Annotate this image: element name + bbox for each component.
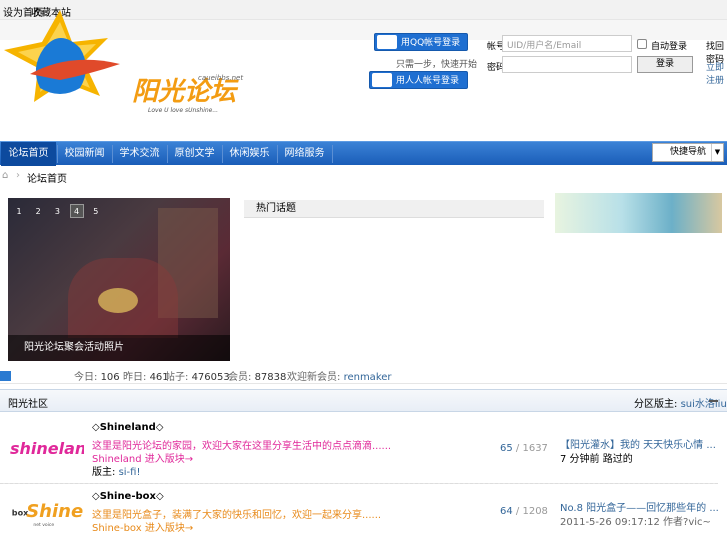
logo-slogan: Love U love sUnshine... (148, 107, 218, 114)
forum-row: shineland ◇Shineland◇ 这里是阳光论坛的家园，欢迎大家在这里… (0, 420, 727, 478)
quick-start-text: 只需一步，快速开始 (396, 60, 478, 70)
slider-dot[interactable]: 2 (31, 205, 45, 219)
section-moderator: 分区版主: sui水洛liu (634, 399, 727, 410)
auto-login-label: 自动登录 (651, 42, 688, 52)
last-post-meta: 7 分钟前 路过的 (560, 454, 633, 465)
banner-image[interactable] (555, 193, 722, 233)
forum-logo-shineland[interactable]: shineland (8, 430, 84, 466)
nav-item-home[interactable]: 论坛首页 (1, 142, 56, 166)
nav-item-services[interactable]: 网络服务 (277, 142, 332, 166)
collapse-icon[interactable] (709, 400, 718, 402)
slide-photo-part (98, 288, 138, 313)
logo-domain: caueibbs.net (198, 74, 243, 82)
enter-forum-link[interactable]: 进入版块→ (145, 454, 193, 465)
quick-nav-select[interactable]: 快捷导航 ▼ (652, 143, 724, 162)
forum-counts: 64 / 1208 (500, 506, 548, 517)
slider-dots: 1 2 3 4 5 (12, 204, 105, 219)
stats-icon (0, 371, 11, 381)
svg-text:shineland: shineland (10, 439, 84, 458)
page: 设为首页 收藏本站 阳光论坛 caueibbs.net Love U love … (0, 0, 727, 545)
svg-text:net voice: net voice (33, 522, 54, 528)
nav-item-leisure[interactable]: 休闲娱乐 (222, 142, 277, 166)
nav-item-news[interactable]: 校园新闻 (57, 142, 112, 166)
stat-newest: 欢迎新会员: renmaker (287, 372, 392, 383)
renren-login-button[interactable]: 用人人帐号登录 (369, 71, 468, 89)
enter-forum-link[interactable]: 进入版块→ (145, 523, 193, 534)
quick-nav-label: 快捷导航 (669, 147, 706, 157)
photo-slider[interactable]: 1 2 3 4 5 阳光论坛聚会活动照片 (8, 198, 230, 361)
auto-login-checkbox[interactable] (637, 39, 647, 49)
breadcrumb-separator: › (16, 170, 20, 181)
nav-item-academic[interactable]: 学术交流 (112, 142, 167, 166)
password-input[interactable] (502, 56, 632, 73)
forum-moderators: 版主: si-fi! (92, 467, 141, 478)
qq-login-button[interactable]: 用QQ帐号登录 (374, 33, 468, 51)
renren-icon (372, 73, 392, 87)
forum-row: box Shine net voice ◇Shine-box◇ 这里是阳光盒子，… (0, 488, 727, 543)
renren-login-label: 用人人帐号登录 (396, 76, 460, 86)
main-nav: 论坛首页 校园新闻 学术交流 原创文学 休闲娱乐 网络服务 (0, 141, 727, 166)
register-link[interactable]: 立即注册 (706, 60, 727, 86)
qq-login-label: 用QQ帐号登录 (401, 38, 461, 48)
last-post-meta: 2011-5-26 09:17:12 作者?vic~ (560, 517, 711, 528)
moderator-link[interactable]: si-fi! (119, 467, 141, 478)
chevron-down-icon: ▼ (711, 144, 723, 161)
site-logo[interactable]: 阳光论坛 caueibbs.net Love U love sUnshine..… (0, 8, 270, 132)
nav-item-literature[interactable]: 原创文学 (167, 142, 222, 166)
section-header: 阳光社区 分区版主: sui水洛liu (0, 389, 727, 412)
forum-counts: 65 / 1637 (500, 443, 548, 454)
hot-topics-header: 热门话题 (244, 200, 544, 218)
svg-text:Shine: Shine (26, 501, 83, 522)
home-icon[interactable]: ⌂ (2, 170, 8, 181)
qq-icon (377, 35, 397, 49)
forum-name[interactable]: ◇Shine-box◇ (92, 491, 164, 502)
slider-dot[interactable]: 3 (50, 205, 64, 219)
forum-name[interactable]: ◇Shineland◇ (92, 422, 163, 433)
forum-stats: 今日: 106 昨日: 461 帖子: 476053 会员: 87838 欢迎新… (0, 366, 727, 384)
last-post-title[interactable]: No.8 阳光盒子——回忆那些年的 ... (560, 499, 719, 514)
nav-separator (332, 145, 333, 163)
account-input[interactable]: UID/用户名/Email (502, 35, 632, 52)
slider-dot-active[interactable]: 4 (69, 204, 84, 218)
stat-yesterday: 昨日: 461 (123, 372, 169, 383)
last-post-title[interactable]: 【阳光灌水】我的 天天快乐心情 ... (560, 436, 716, 451)
slider-dot[interactable]: 1 (12, 205, 26, 219)
login-button[interactable]: 登录 (637, 56, 693, 73)
slider-dot[interactable]: 5 (89, 205, 103, 219)
forum-subforum: Shine-box 进入版块→ (92, 523, 194, 534)
breadcrumb-current: 论坛首页 (27, 174, 67, 185)
stat-today: 今日: 106 (74, 372, 120, 383)
section-title[interactable]: 阳光社区 (8, 395, 48, 410)
section-moderator-link[interactable]: sui水洛liu (681, 399, 727, 410)
stat-posts: 帖子: 476053 (165, 372, 230, 383)
stat-members: 会员: 87838 (228, 372, 287, 383)
forum-logo-shinebox[interactable]: box Shine net voice (8, 492, 84, 528)
slider-caption[interactable]: 阳光论坛聚会活动照片 (8, 335, 230, 361)
row-divider (0, 483, 718, 484)
newest-member-link[interactable]: renmaker (344, 372, 392, 383)
